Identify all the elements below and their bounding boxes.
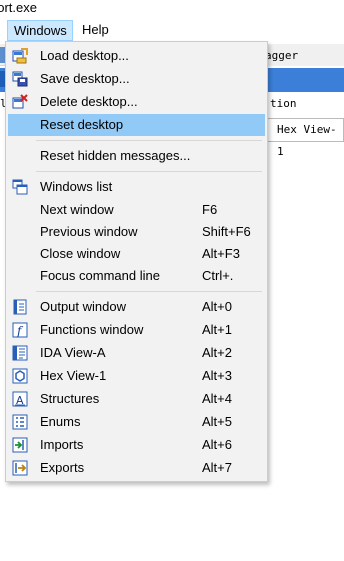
load-desktop-icon (12, 48, 28, 64)
menu-item-shortcut: Shift+F6 (202, 224, 251, 239)
menu-item-shortcut: Alt+7 (202, 460, 232, 475)
menu-item-label: Previous window (40, 224, 138, 239)
window-title: port.exe (0, 0, 37, 15)
menu-separator (36, 171, 262, 172)
menu-item-label: Save desktop... (40, 71, 130, 86)
menu-bar: Windows Help (0, 19, 344, 41)
menu-item-shortcut: Alt+4 (202, 391, 232, 406)
menu-item-structures[interactable]: A Structures Alt+4 (8, 388, 265, 410)
menu-item-exports[interactable]: Exports Alt+7 (8, 457, 265, 479)
hex-view-icon (12, 368, 28, 384)
menu-help[interactable]: Help (76, 20, 115, 41)
menu-item-previous-window[interactable]: Previous window Shift+F6 (8, 221, 265, 243)
menu-item-hex-view-1[interactable]: Hex View-1 Alt+3 (8, 365, 265, 387)
exports-icon (12, 460, 28, 476)
menu-item-reset-desktop[interactable]: Reset desktop (8, 114, 265, 136)
functions-window-icon: f (12, 322, 28, 338)
menu-item-shortcut: Alt+0 (202, 299, 232, 314)
menu-item-shortcut: F6 (202, 202, 218, 217)
enums-icon (12, 414, 28, 430)
menu-item-functions-window[interactable]: f Functions window Alt+1 (8, 319, 265, 341)
ida-view-icon (12, 345, 28, 361)
tab-hex-view[interactable]: Hex View-1 (262, 118, 344, 158)
menu-item-reset-hidden-messages[interactable]: Reset hidden messages... (8, 145, 265, 167)
menu-item-shortcut: Alt+6 (202, 437, 232, 452)
menu-item-shortcut: Alt+2 (202, 345, 232, 360)
menu-item-label: Reset hidden messages... (40, 148, 191, 163)
menu-item-load-desktop[interactable]: Load desktop... (8, 45, 265, 67)
menu-item-label: Structures (40, 391, 100, 406)
menu-item-label: IDA View-A (40, 345, 106, 360)
menu-item-windows-list[interactable]: Windows list (8, 176, 265, 198)
menu-item-label: Hex View-1 (40, 368, 107, 383)
menu-item-label: Close window (40, 246, 121, 261)
menu-item-focus-command-line[interactable]: Focus command line Ctrl+. (8, 265, 265, 287)
menu-separator (36, 291, 262, 292)
menu-item-output-window[interactable]: Output window Alt+0 (8, 296, 265, 318)
menu-item-imports[interactable]: Imports Alt+6 (8, 434, 265, 456)
menu-item-shortcut: Alt+3 (202, 368, 232, 383)
window-title-bar: port.exe (0, 0, 344, 18)
menu-item-shortcut: Alt+F3 (202, 246, 240, 261)
menu-item-save-desktop[interactable]: Save desktop... (8, 68, 265, 90)
background-row-text: tion (270, 97, 297, 110)
windows-list-icon (12, 179, 28, 195)
delete-desktop-icon (12, 94, 28, 110)
menu-item-label: Functions window (40, 322, 144, 337)
menu-item-shortcut: Alt+1 (202, 322, 232, 337)
menu-item-delete-desktop[interactable]: Delete desktop... (8, 91, 265, 113)
menu-item-next-window[interactable]: Next window F6 (8, 199, 265, 221)
menu-item-label: Focus command line (40, 268, 160, 283)
menu-item-shortcut: Alt+5 (202, 414, 232, 429)
menu-windows[interactable]: Windows (7, 20, 73, 41)
menu-item-close-window[interactable]: Close window Alt+F3 (8, 243, 265, 265)
menu-item-enums[interactable]: Enums Alt+5 (8, 411, 265, 433)
save-desktop-icon (12, 71, 28, 87)
menu-item-shortcut: Ctrl+. (202, 268, 234, 283)
output-window-icon (12, 299, 28, 315)
structures-icon: A (12, 391, 28, 407)
menu-separator (36, 140, 262, 141)
menu-item-label: Output window (40, 299, 126, 314)
menu-item-label: Exports (40, 460, 85, 475)
menu-item-label: Enums (40, 414, 81, 429)
menu-item-label: Delete desktop... (40, 94, 138, 109)
windows-menu-dropdown: Load desktop... Save desktop... Delete d… (5, 41, 268, 482)
menu-item-label: Reset desktop (40, 117, 124, 132)
imports-icon (12, 437, 28, 453)
background-tab-debugger[interactable]: agger (262, 46, 344, 66)
menu-item-label: Load desktop... (40, 48, 129, 63)
menu-item-label: Next window (40, 202, 114, 217)
menu-item-label: Windows list (40, 179, 113, 194)
menu-item-ida-view-a[interactable]: IDA View-A Alt+2 (8, 342, 265, 364)
menu-item-label: Imports (40, 437, 84, 452)
